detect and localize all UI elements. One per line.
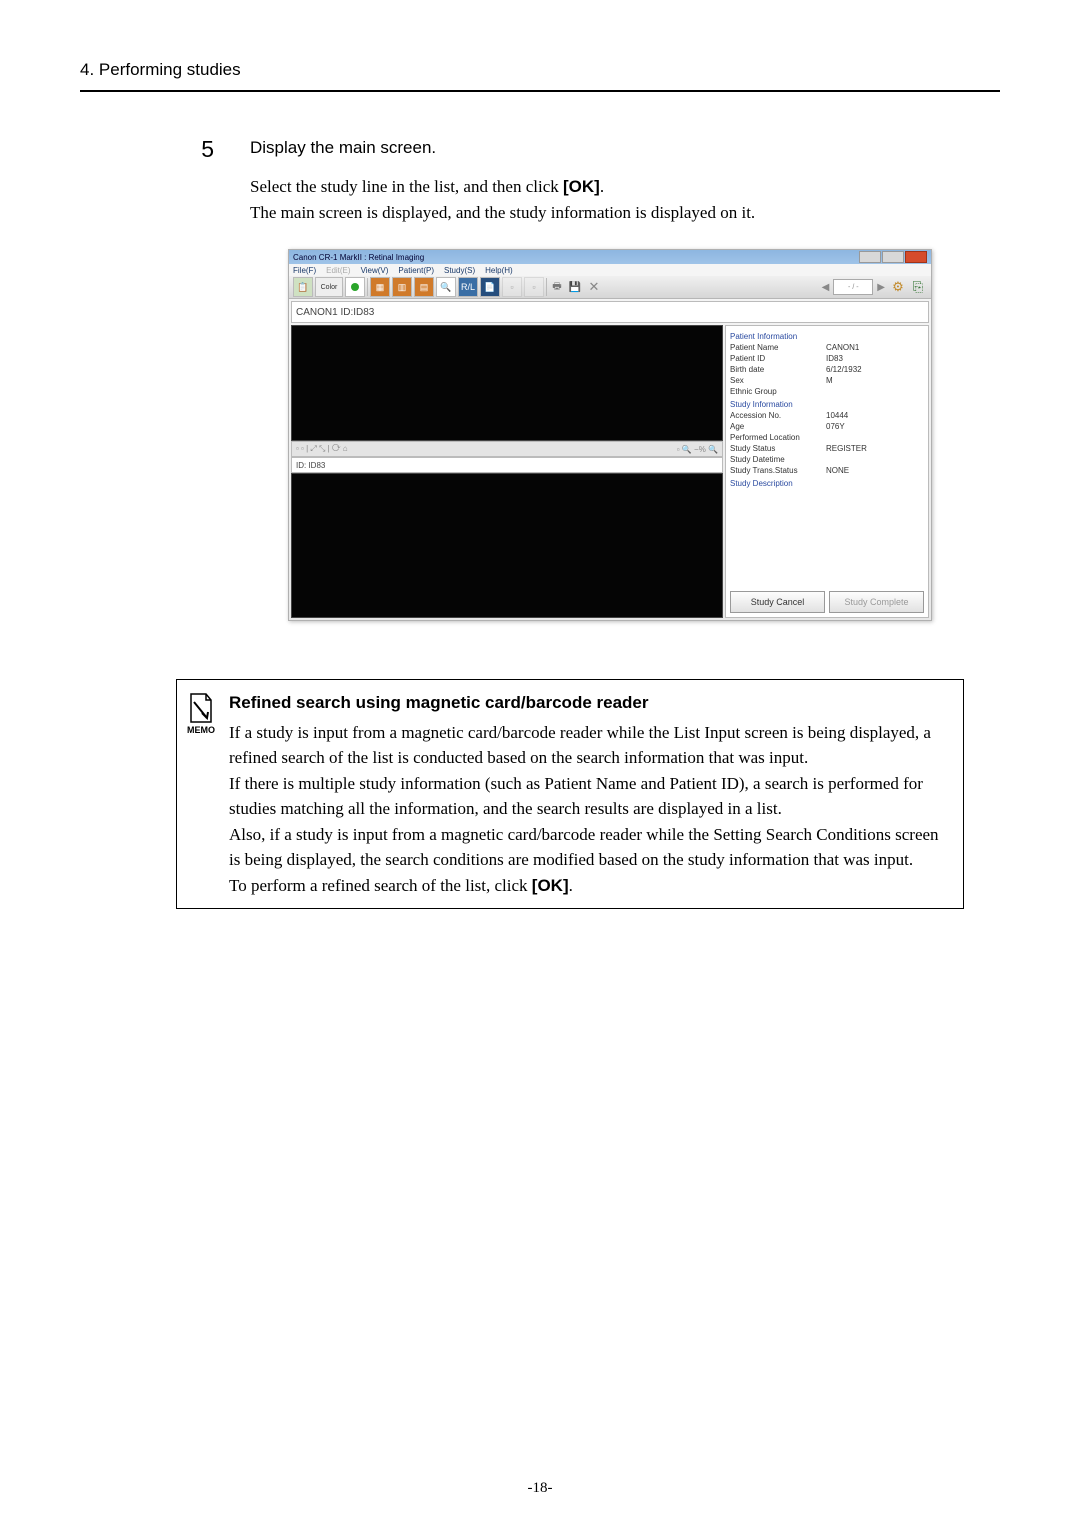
k-accession: Accession No. [730, 411, 826, 420]
k-datetime: Study Datetime [730, 455, 826, 464]
menu-edit[interactable]: Edit(E) [326, 266, 350, 275]
v-age: 076Y [826, 422, 924, 431]
k-patient-id: Patient ID [730, 354, 826, 363]
memo-icon [188, 692, 214, 724]
menu-file[interactable]: File(F) [293, 266, 316, 275]
menu-view[interactable]: View(V) [361, 266, 389, 275]
v-patient-name: CANON1 [826, 343, 924, 352]
close-icon[interactable] [905, 251, 927, 263]
memo-box: MEMO Refined search using magnetic card/… [176, 679, 964, 909]
tool-color-button[interactable]: Color [315, 277, 343, 297]
window-title: Canon CR-1 MarkII : Retinal Imaging [293, 253, 424, 262]
k-birth: Birth date [730, 365, 826, 374]
tool-notes-icon[interactable]: 📄 [480, 277, 500, 297]
memo-p1: If a study is input from a magnetic card… [229, 720, 943, 771]
menu-help[interactable]: Help(H) [485, 266, 513, 275]
v-patient-id: ID83 [826, 354, 924, 363]
separator [546, 278, 547, 296]
layout-3-icon[interactable]: ▤ [414, 277, 434, 297]
separator [367, 278, 368, 296]
v-trans: NONE [826, 466, 924, 475]
thumb-id-bar: ID: ID83 [291, 457, 723, 473]
k-age: Age [730, 422, 826, 431]
prev-icon[interactable]: ◀ [820, 282, 832, 293]
step-title: Display the main screen. [250, 138, 970, 158]
k-sex: Sex [730, 376, 826, 385]
delete-icon[interactable]: ✕ [585, 278, 603, 296]
tool-rl-icon[interactable]: R/L [458, 277, 478, 297]
app-screenshot: Canon CR-1 MarkII : Retinal Imaging File… [288, 249, 932, 621]
print-icon[interactable]: 🖶 [549, 279, 565, 295]
k-trans: Study Trans.Status [730, 466, 826, 475]
menu-study[interactable]: Study(S) [444, 266, 475, 275]
tool-disabled-1-icon: ▫ [502, 277, 522, 297]
tool-worklist-icon[interactable]: 📋 [293, 277, 313, 297]
page-number: -18- [0, 1480, 1080, 1497]
settings-icon[interactable]: ⚙ [889, 278, 907, 296]
memo-label: MEMO [187, 724, 215, 738]
layout-1-icon[interactable]: ▦ [370, 277, 390, 297]
step-number: 5 [196, 138, 214, 657]
v-ethnic [826, 387, 924, 396]
magnifier-icon[interactable]: 🔍 [436, 277, 456, 297]
memo-p4: To perform a refined search of the list,… [229, 873, 943, 899]
memo-title: Refined search using magnetic card/barco… [229, 690, 943, 716]
k-ethnic: Ethnic Group [730, 387, 826, 396]
chapter-heading: 4. Performing studies [80, 60, 1000, 92]
step-text-1: Select the study line in the list, and t… [250, 174, 970, 200]
v-accession: 10444 [826, 411, 924, 420]
thumb-zoom-icon[interactable]: ▫ 🔍 −% 🔍 [677, 445, 718, 454]
save-icon[interactable]: 💾 [567, 279, 583, 295]
ok-label: [OK] [563, 177, 600, 196]
v-datetime [826, 455, 924, 464]
nav-counter: - / - [833, 279, 873, 295]
k-status: Study Status [730, 444, 826, 453]
image-viewer[interactable] [291, 325, 723, 441]
patient-id-bar: CANON1 ID:ID83 [291, 301, 929, 323]
study-desc-header: Study Description [730, 479, 924, 488]
study-complete-button: Study Complete [829, 591, 924, 613]
next-icon[interactable]: ▶ [875, 282, 887, 293]
info-panel: Patient Information Patient NameCANON1 P… [725, 325, 929, 618]
text: . [600, 177, 604, 196]
study-info-header: Study Information [730, 400, 924, 409]
v-birth: 6/12/1932 [826, 365, 924, 374]
study-cancel-button[interactable]: Study Cancel [730, 591, 825, 613]
text: Select the study line in the list, and t… [250, 177, 563, 196]
k-location: Performed Location [730, 433, 826, 442]
v-status: REGISTER [826, 444, 924, 453]
menu-patient[interactable]: Patient(P) [398, 266, 434, 275]
ok-label: [OK] [532, 876, 569, 895]
k-patient-name: Patient Name [730, 343, 826, 352]
step-text-2: The main screen is displayed, and the st… [250, 200, 970, 226]
tool-disabled-2-icon: ▫ [524, 277, 544, 297]
window-controls [859, 251, 927, 263]
v-sex: M [826, 376, 924, 385]
exit-icon[interactable]: ⎘ [909, 278, 927, 296]
patient-info-header: Patient Information [730, 332, 924, 341]
thumb-tool-icon[interactable]: ▫ ▫ | ⤢ ⤡ | ⟳ ⌂ [296, 444, 348, 454]
text: To perform a refined search of the list,… [229, 876, 532, 895]
memo-p3: Also, if a study is input from a magneti… [229, 822, 943, 873]
minimize-icon[interactable] [859, 251, 881, 263]
maximize-icon[interactable] [882, 251, 904, 263]
thumbnail-viewer[interactable] [291, 473, 723, 618]
layout-2-icon[interactable]: ▥ [392, 277, 412, 297]
memo-p2: If there is multiple study information (… [229, 771, 943, 822]
text: . [569, 876, 573, 895]
tool-record-icon[interactable] [345, 277, 365, 297]
v-location [826, 433, 924, 442]
